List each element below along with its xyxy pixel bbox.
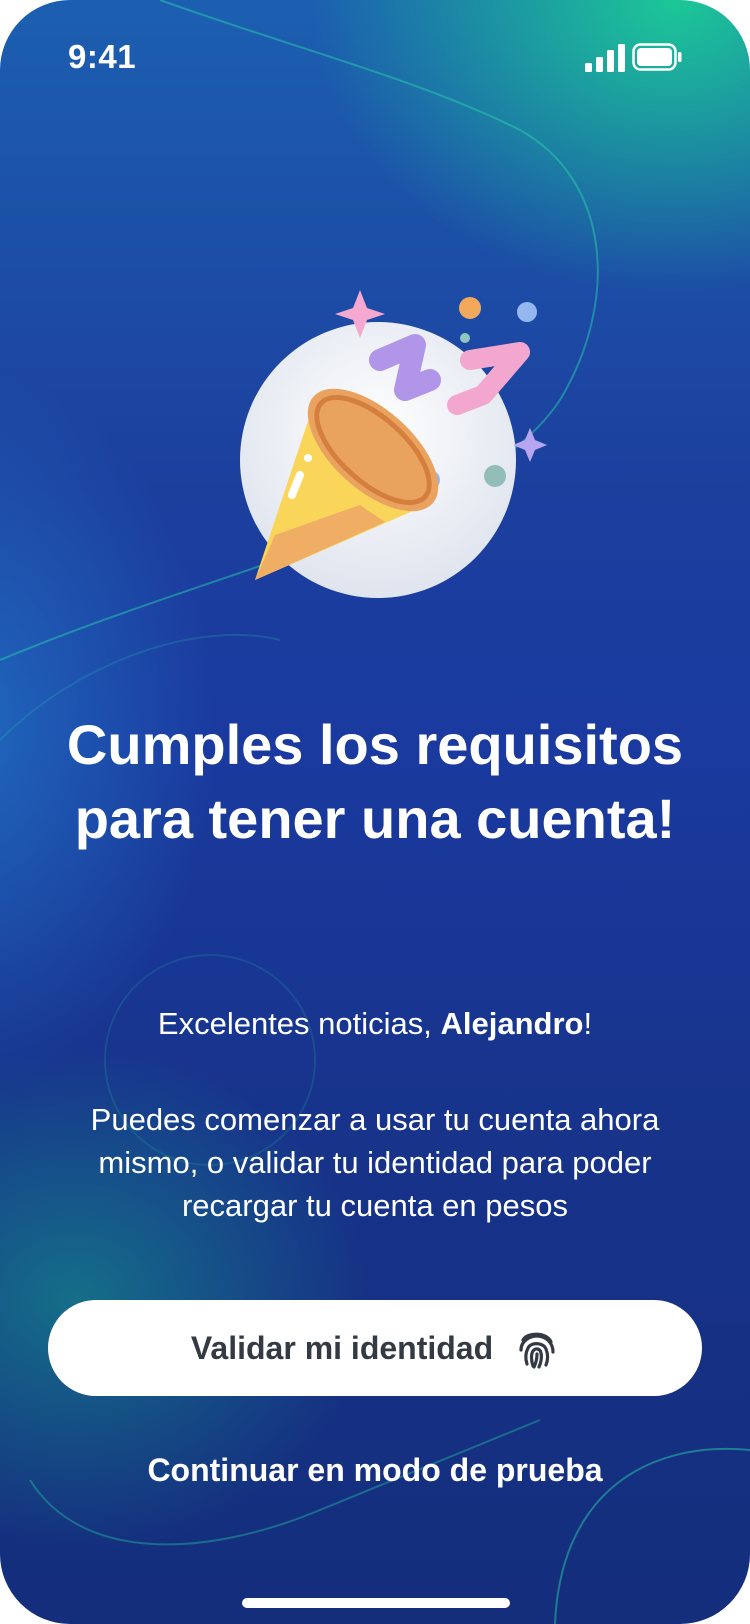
greeting-prefix: Excelentes noticias, [157,1006,441,1041]
fingerprint-icon [519,1332,555,1369]
eligibility-screen: 9:41 Cumples los requisitos para tener u… [0,0,750,1624]
party-popper-icon [240,290,547,598]
continue-trial-button[interactable]: Continuar en modo de prueba [100,1444,650,1496]
greeting-text: Excelentes noticias, Alejandro! [60,1004,690,1044]
validate-identity-label: Validar mi identidad [190,1329,494,1366]
validate-identity-button[interactable]: Validar mi identidad [48,1300,702,1396]
home-indicator[interactable] [242,1598,510,1608]
greeting-suffix: ! [583,1006,593,1041]
cellular-signal-icon [585,44,625,72]
description-text: Puedes comenzar a usar tu cuenta ahora m… [90,1102,660,1223]
user-name: Alejandro [440,1006,584,1041]
status-bar: 9:41 [0,0,750,110]
page-title: Cumples los requisitos para tener una cu… [66,713,684,850]
status-time: 9:41 [68,38,137,75]
battery-full-icon [632,43,682,71]
